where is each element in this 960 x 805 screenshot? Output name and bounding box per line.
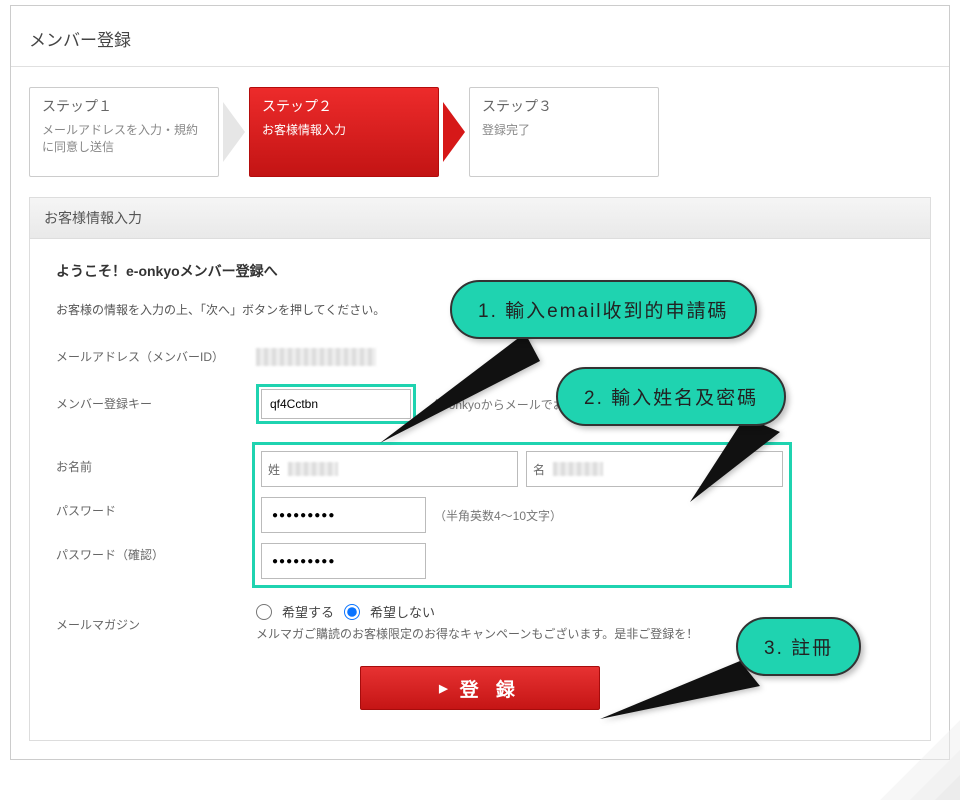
step-1: ステップ１ メールアドレスを入力・規約に同意し送信 <box>29 87 219 177</box>
step-arrow-icon <box>219 87 249 177</box>
magazine-label: メールマガジン <box>56 602 256 634</box>
surname-value-redacted <box>288 462 338 476</box>
surname-label: 姓 <box>268 461 280 478</box>
step-2-active: ステップ２ お客様情報入力 <box>249 87 439 177</box>
step-subtitle: メールアドレスを入力・規約に同意し送信 <box>42 122 206 156</box>
register-button-label: 登 録 <box>460 675 521 702</box>
welcome-text: ようこそ！e-onkyoメンバー登録へ <box>56 261 904 281</box>
page-title: メンバー登録 <box>29 26 931 51</box>
email-label: メールアドレス（メンバーID） <box>56 348 256 366</box>
step-arrow-icon <box>439 87 469 177</box>
step-subtitle: 登録完了 <box>482 122 646 139</box>
step-title: ステップ１ <box>42 96 206 116</box>
step-title: ステップ２ <box>262 96 426 116</box>
key-label: メンバー登録キー <box>56 395 256 413</box>
play-icon: ▶ <box>439 682 453 695</box>
name-label: お名前 <box>56 458 92 475</box>
password-label: パスワード <box>56 502 116 519</box>
firstname-value-redacted <box>553 462 603 476</box>
callout-1: 1. 輸入email收到的申請碼 <box>450 280 757 339</box>
email-value-redacted <box>256 348 376 366</box>
password-confirm-input[interactable]: ●●●●●●●●● <box>261 543 426 579</box>
callout-2-tail <box>690 417 780 507</box>
magazine-yes-label: 希望する <box>282 602 334 621</box>
step-3: ステップ３ 登録完了 <box>469 87 659 177</box>
register-button[interactable]: ▶ 登 録 <box>360 666 600 710</box>
magazine-yes-radio[interactable] <box>256 604 272 620</box>
page-header: メンバー登録 <box>11 6 949 67</box>
section-heading: お客様情報入力 <box>30 198 930 239</box>
step-indicator: ステップ１ メールアドレスを入力・規約に同意し送信 ステップ２ お客様情報入力 … <box>11 67 949 197</box>
firstname-label: 名 <box>533 461 545 478</box>
callout-2: 2. 輸入姓名及密碼 <box>556 367 786 426</box>
step-subtitle: お客様情報入力 <box>262 122 426 139</box>
callout-3: 3. 註冊 <box>736 617 861 676</box>
magazine-no-radio[interactable] <box>344 604 360 620</box>
password-confirm-label: パスワード（確認） <box>56 546 164 563</box>
surname-field[interactable]: 姓 <box>261 451 518 487</box>
magazine-no-label: 希望しない <box>370 602 435 621</box>
callout-3-tail <box>600 661 760 721</box>
password-input[interactable]: ●●●●●●●●● <box>261 497 426 533</box>
password-hint: （半角英数4〜10文字） <box>434 507 562 524</box>
step-title: ステップ３ <box>482 96 646 116</box>
callout-1-tail <box>380 333 540 453</box>
